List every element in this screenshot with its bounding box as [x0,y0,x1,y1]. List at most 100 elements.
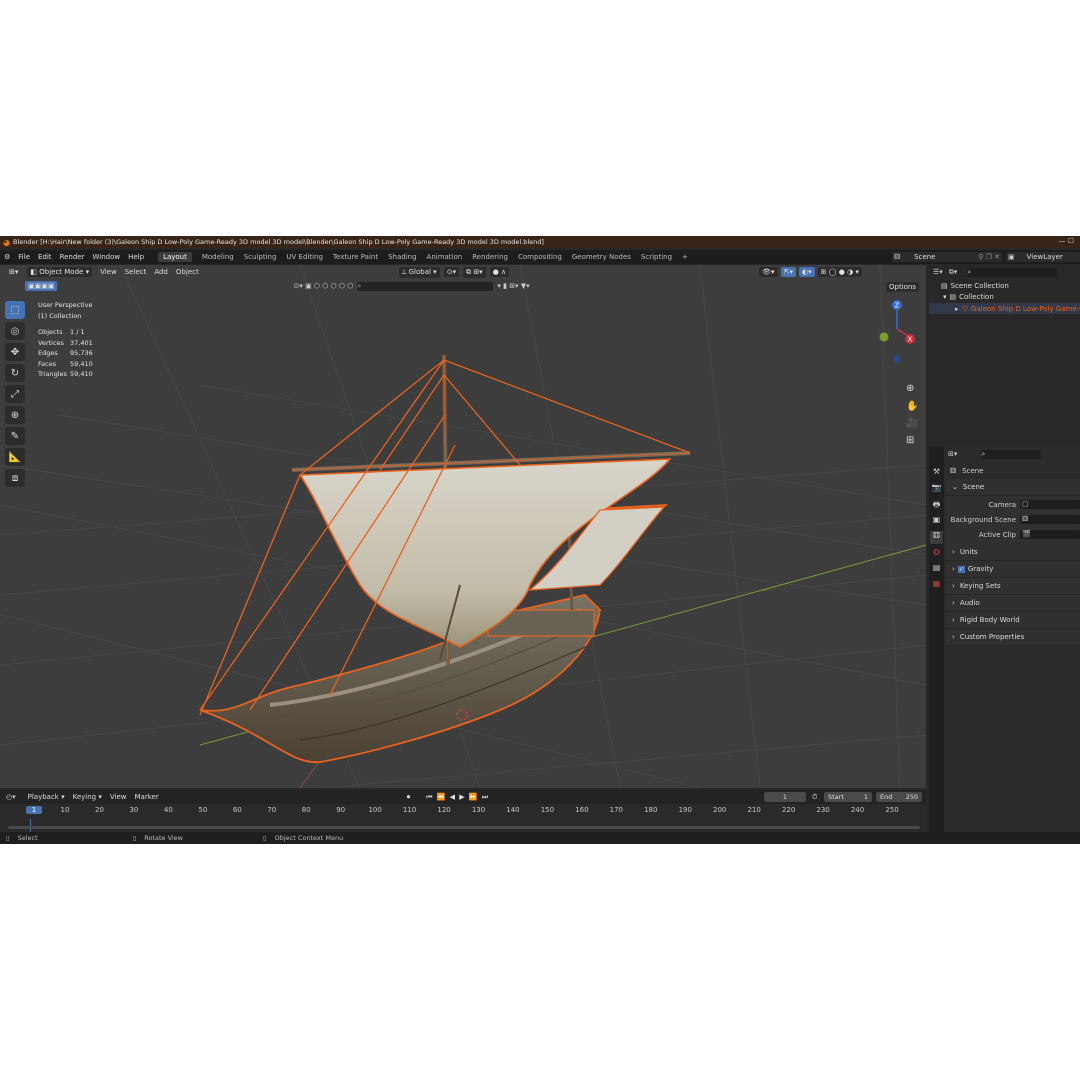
timeline-menu-marker[interactable]: Marker [135,793,159,801]
annotate-tool-icon[interactable]: ✎ [5,427,25,445]
viewport-menu-object[interactable]: Object [176,268,199,276]
end-frame-field[interactable]: End 250 [876,792,922,802]
tab-modeling[interactable]: Modeling [202,253,234,261]
panel-custom-properties[interactable]: › Custom Properties [946,629,1080,646]
tab-shading[interactable]: Shading [388,253,416,261]
measure-tool-icon[interactable]: 📐 [5,448,25,466]
timeline-menu-view[interactable]: View [110,793,127,801]
timeline-menu-playback[interactable]: Playback ▾ [28,793,65,801]
properties-search[interactable]: ⌕ [981,449,1042,459]
record-button[interactable]: ⏺ [407,793,411,802]
tab-rendering[interactable]: Rendering [472,253,508,261]
world-tab-icon[interactable]: ◍ [930,547,943,560]
rotate-tool-icon[interactable]: ↻ [5,364,25,382]
mode-dropdown[interactable]: ◧ Object Mode ▾ [27,267,93,277]
output-tab-icon[interactable]: 🖶 [930,499,943,512]
outliner-row-scene-collection[interactable]: ▤ Scene Collection [941,282,1080,290]
current-frame-field[interactable]: 1 [764,792,806,802]
collection-tab-icon[interactable]: ▤ [930,563,943,576]
expand-arrow-icon[interactable]: ▾ [943,293,947,301]
background-scene-field[interactable]: ⚅ [1020,515,1080,524]
visibility-dropdown[interactable]: 👁▾ [759,267,778,277]
tab-scripting[interactable]: Scripting [641,253,672,261]
panel-rigid-body-world[interactable]: › Rigid Body World [946,612,1080,629]
outliner-row-object[interactable]: ▸ ▽ Galeon Ship D Low-Poly Game-Ready [929,303,1080,314]
gravity-checkbox[interactable]: ✓ [957,565,965,573]
tab-animation[interactable]: Animation [427,253,463,261]
viewport-filter-icons[interactable]: ▾ ▮ ⊞▾ ▼▾ [497,282,529,290]
tab-layout[interactable]: Layout [158,252,192,262]
axis-gizmo[interactable]: Z X [870,297,920,377]
orientation-dropdown[interactable]: ⟂ Global ▾ [398,266,440,278]
pin-icon[interactable]: ⚲ ❐ ✕ [978,253,1000,261]
snap-toggle[interactable]: ⧉ ⊞▾ [463,266,486,278]
frame-ruler[interactable]: 1 10 20 30 40 50 60 70 80 90 100 110 120 130 140 150 160… [0,805,926,817]
scale-tool-icon[interactable]: ⤢ [5,385,25,403]
tab-sculpting[interactable]: Sculpting [244,253,277,261]
timeline-editor-icon[interactable]: ◴▾ [6,793,16,801]
playback-controls[interactable]: ⏮ ⏪ ◀ ▶ ⏩ ⏭ [426,793,489,802]
start-frame-field[interactable]: Start 1 [824,792,872,802]
view-layer-tab-icon[interactable]: ▣ [930,515,943,528]
tab-texture-paint[interactable]: Texture Paint [333,253,378,261]
outliner-row-collection[interactable]: ▾ ▤ Collection [943,293,1080,301]
properties-editor-icon[interactable]: ⊞▾ [948,450,957,458]
scene-tab-icon[interactable]: ⚅ [930,531,943,544]
menu-edit[interactable]: Edit [38,253,52,261]
select-box-tool-icon[interactable]: ⬚ [5,301,25,319]
add-cube-tool-icon[interactable]: ⧈ [5,469,25,487]
cursor-tool-icon[interactable]: ◎ [5,322,25,340]
zoom-icon[interactable]: ⊕ [906,383,914,394]
viewport-search-field[interactable]: ⌕ [357,281,494,291]
expand-arrow-icon[interactable]: ▸ [955,305,959,313]
viewport-menu-view[interactable]: View [100,268,117,276]
options-button[interactable]: Options [886,282,920,292]
tab-uv-editing[interactable]: UV Editing [286,253,323,261]
panel-gravity[interactable]: › ✓ Gravity [946,561,1080,578]
texture-tab-icon[interactable]: ▦ [930,579,943,592]
pivot-dropdown[interactable]: ⊙▾ [443,267,460,277]
render-tab-icon[interactable]: 📷 [930,483,943,496]
camera-view-icon[interactable]: 🎥 [906,418,918,429]
panel-audio[interactable]: › Audio [946,595,1080,612]
3d-viewport[interactable]: ⊞▾ ◧ Object Mode ▾ View Select Add Objec… [0,265,926,788]
perspective-grid-icon[interactable]: ⊞ [906,435,914,446]
selection-mode-buttons[interactable]: ▣▣▣▣ [25,281,58,291]
editor-type-button[interactable]: ⊞▾ [6,267,21,277]
viewport-menu-select[interactable]: Select [125,268,147,276]
add-workspace-button[interactable]: + [682,253,688,261]
window-controls[interactable]: — ☐ [1058,237,1074,245]
tab-compositing[interactable]: Compositing [518,253,562,261]
move-tool-icon[interactable]: ✥ [5,343,25,361]
active-clip-field[interactable]: 🎬 [1020,530,1080,539]
menu-window[interactable]: Window [92,253,120,261]
timeline-menu-keying[interactable]: Keying ▾ [73,793,102,801]
panel-units[interactable]: › Units [946,544,1080,561]
menu-render[interactable]: Render [60,253,85,261]
camera-field[interactable]: ▢ [1020,500,1080,509]
pan-hand-icon[interactable]: ✋ [906,401,918,412]
gizmo-toggle[interactable]: ⇱▾ [780,267,796,277]
outliner-editor-icon[interactable]: ☰▾ [933,268,943,276]
tool-tab-icon[interactable]: ⚒ [930,467,943,480]
shading-buttons[interactable]: ⊞ ◯ ● ◑ ▾ [817,267,862,277]
proportional-toggle[interactable]: ● ∧ [489,267,510,277]
blender-menu-icon[interactable]: ⚙ [4,253,10,261]
viewport-filter-row[interactable]: ⊙▾ ▣ ⬡ ⬡ ⬡ ⬡ ⬡ [293,282,353,290]
menu-file[interactable]: File [18,253,30,261]
active-collection: (1) Collection [38,311,82,320]
clock-icon[interactable]: ⏱ [812,793,817,802]
overlay-toggle[interactable]: ◐▾ [798,267,815,277]
menu-help[interactable]: Help [128,253,144,261]
timeline-scrollbar[interactable] [8,826,920,829]
viewport-menu-add[interactable]: Add [154,268,168,276]
scene-selector[interactable]: ⚅ Scene ⚲ ❐ ✕ [892,252,1002,262]
outliner-search[interactable]: ⌕ [967,267,1058,277]
panel-scene-header[interactable]: ⌄ Scene [946,479,1080,496]
tab-geometry-nodes[interactable]: Geometry Nodes [572,253,631,261]
panel-keying-sets[interactable]: › Keying Sets [946,578,1080,595]
viewport-scene[interactable] [0,265,926,788]
transform-tool-icon[interactable]: ⊕ [5,406,25,424]
view-layer-selector[interactable]: ▣ ViewLayer [1006,252,1080,262]
outliner-display-icon[interactable]: ⧉▾ [949,268,958,277]
